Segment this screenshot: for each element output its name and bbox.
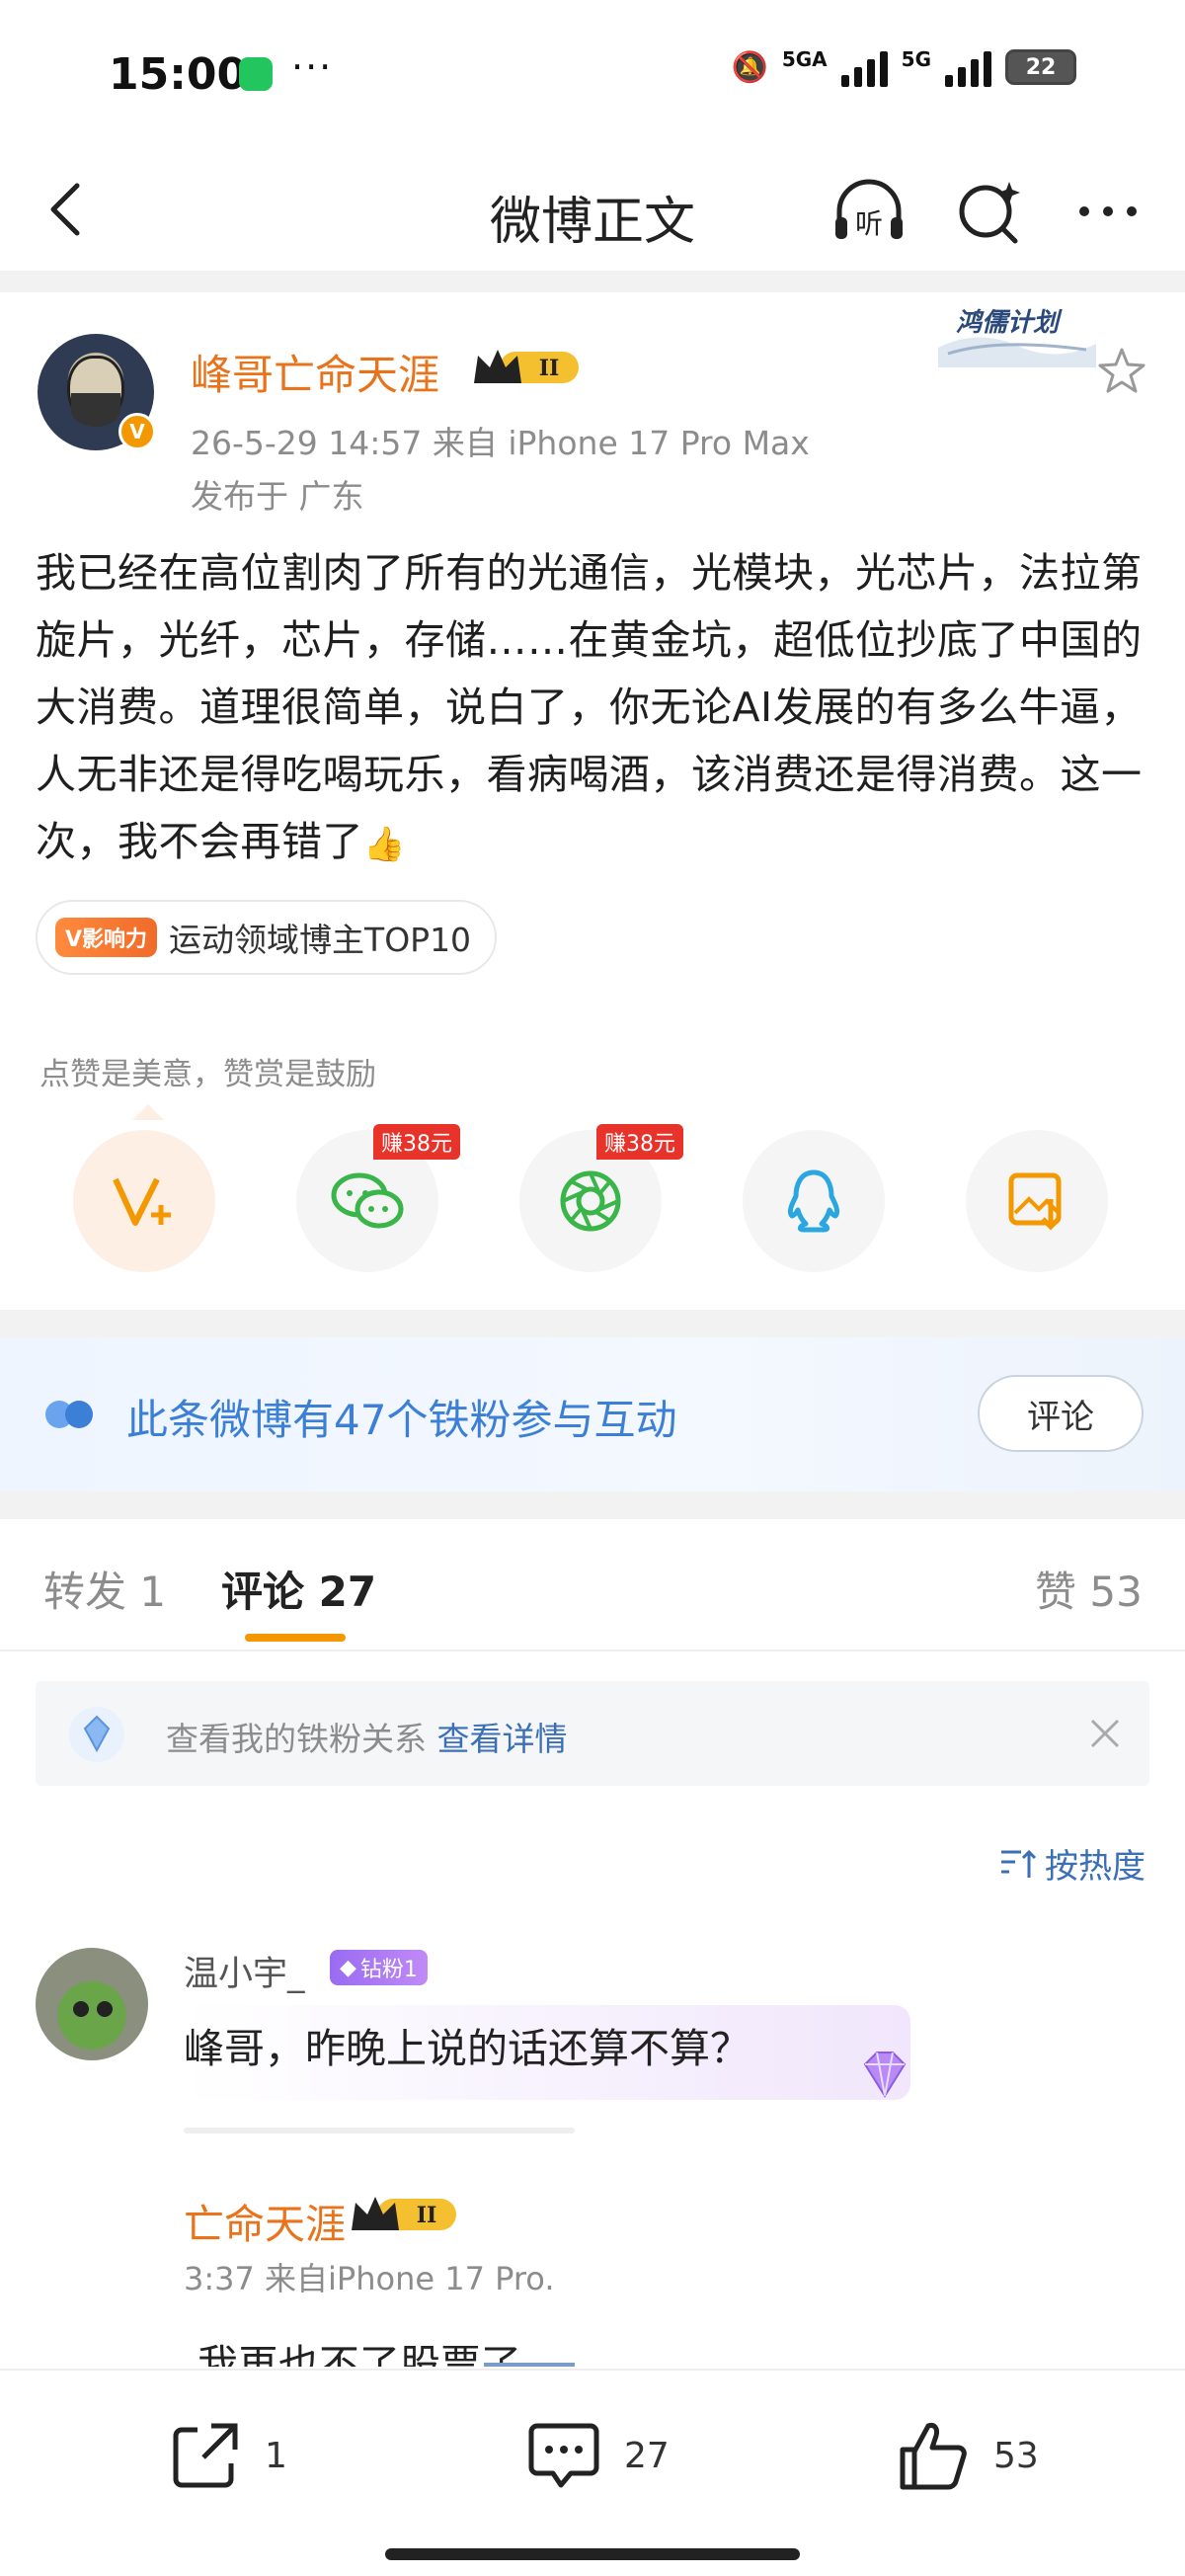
save-image-icon [1008, 1172, 1062, 1231]
verified-badge-icon: V [118, 413, 156, 450]
influence-badge[interactable]: V影响力 运动领域博主TOP10 [36, 900, 498, 975]
comment-icon [528, 2423, 599, 2488]
reward-pointer [132, 1104, 164, 1120]
tip-label: 查看我的铁粉关系 [166, 1720, 437, 1758]
iron-fan-banner: 此条微博有47个铁粉参与互动 评论 [0, 1337, 1185, 1491]
iron-fan-text: 此条微博有47个铁粉参与互动 [126, 1396, 677, 1444]
tab-repost[interactable]: 转发 1 [43, 1559, 166, 1619]
badge-label: 钻粉1 [359, 1958, 418, 1982]
reply-username[interactable]: 亡命天涯 [184, 2191, 346, 2250]
signal-icon [840, 47, 888, 87]
mute-icon: 🔕 [731, 49, 768, 85]
battery-icon: 22 [1005, 49, 1076, 85]
earn-badge: 赚38元 [596, 1124, 683, 1160]
vplus-reward-button[interactable] [73, 1130, 215, 1272]
share-row: 赚38元 赚38元 [0, 1124, 1185, 1278]
diamond-icon [69, 1707, 124, 1762]
hongru-plan-tag: 鸿儒计划 [938, 298, 1096, 367]
diamond-fan-badge: ◆ 钻粉1 [330, 1950, 428, 1985]
comment-bar-button[interactable]: 27 [525, 2418, 670, 2493]
post-location: 发布于 广东 [191, 477, 364, 516]
active-tab-indicator [245, 1634, 346, 1642]
reply-text[interactable]: 我再也不了股票了 [198, 2331, 521, 2367]
badge-diamond-icon: ◆ [340, 1955, 356, 1980]
like-button[interactable]: 53 [895, 2418, 1039, 2493]
comment-text[interactable]: 峰哥，昨晚上说的话还算不算？ [184, 2015, 750, 2074]
qq-icon [787, 1169, 840, 1233]
more-notifications-indicator: ··· [291, 45, 334, 89]
tab-like[interactable]: 赞 53 [1035, 1559, 1143, 1619]
avatar-eye [73, 2001, 89, 2017]
view-details-link[interactable]: 查看详情 [437, 1720, 568, 1758]
tab-comment[interactable]: 评论 27 [221, 1559, 376, 1619]
post-meta: 26-5-29 14:57 来自 iPhone 17 Pro Max [191, 424, 810, 462]
comment-button[interactable]: 评论 [978, 1375, 1144, 1452]
member-crown-icon: II [352, 2197, 456, 2230]
tip-text: 查看我的铁粉关系 查看详情 [166, 1713, 568, 1760]
moments-share-button[interactable]: 赚38元 [519, 1124, 683, 1272]
fan-interaction-icon [45, 1401, 93, 1428]
influence-tag: V影响力 [55, 918, 158, 957]
sort-label: 按热度 [1045, 1847, 1146, 1887]
commenter-username[interactable]: 温小宇_ [184, 1946, 305, 1996]
crown-level: II [539, 356, 560, 381]
sort-icon [1001, 1849, 1037, 1878]
author-username[interactable]: 峰哥亡命天涯 [191, 342, 439, 402]
reply-meta: 3:37 来自iPhone 17 Pro. [184, 2260, 555, 2297]
svg-text:听: 听 [855, 207, 883, 240]
vplus-icon [113, 1177, 171, 1226]
post-body: 我已经在高位割肉了所有的光通信，光模块，光芯片，法拉第旋片，光纤，芯片，存储……… [36, 549, 1143, 865]
influence-text: 运动领域博主TOP10 [169, 921, 472, 959]
status-right: 🔕 5GA 5G 22 [731, 47, 1076, 87]
comment-separator [184, 2128, 575, 2133]
sort-by-hot-button[interactable]: 按热度 [999, 1839, 1146, 1888]
interaction-tabs: 转发 1 评论 27 赞 53 [0, 1519, 1185, 1651]
avatar-beard [71, 393, 120, 427]
avatar-eye [97, 2001, 113, 2017]
hongru-label: 鸿儒计划 [956, 308, 1060, 338]
save-image-button[interactable] [966, 1130, 1108, 1272]
nav-bar: 微博正文 听 [0, 148, 1185, 271]
thumbs-up-emoji: 👍 [363, 825, 406, 864]
network-label-2: 5G [901, 47, 931, 71]
favorite-star-icon[interactable] [1096, 346, 1147, 397]
wechat-icon [331, 1172, 404, 1229]
bottom-action-bar: 1 27 53 [0, 2369, 1185, 2576]
crown-level: II [417, 2203, 437, 2228]
home-indicator[interactable] [385, 2548, 800, 2560]
more-icon[interactable] [1068, 172, 1147, 251]
signal-icon-2 [945, 47, 991, 87]
repost-icon [173, 2423, 238, 2488]
qq-share-button[interactable] [743, 1130, 885, 1272]
network-label-1: 5GA [781, 47, 828, 71]
like-count: 53 [993, 2435, 1039, 2476]
divider [0, 1310, 1185, 1337]
commenter-avatar[interactable] [36, 1948, 148, 2060]
post-text: 我已经在高位割肉了所有的光通信，光模块，光芯片，法拉第旋片，光纤，芯片，存储……… [36, 539, 1151, 878]
divider [0, 1491, 1185, 1519]
wechat-share-button[interactable]: 赚38元 [296, 1124, 460, 1272]
close-icon[interactable] [1082, 1711, 1128, 1756]
listen-icon[interactable]: 听 [830, 172, 908, 251]
iron-fan-relation-tip: 查看我的铁粉关系 查看详情 [36, 1681, 1149, 1786]
like-icon [900, 2423, 967, 2490]
repost-count: 1 [265, 2435, 287, 2476]
divider [0, 271, 1185, 292]
status-bar: 15:00 ··· 🔕 5GA 5G 22 [0, 0, 1185, 148]
reward-hint: 点赞是美意，赞赏是鼓励 [40, 1057, 376, 1092]
member-crown-icon: II [474, 350, 579, 383]
reply-link-underline [484, 2363, 575, 2367]
search-icon[interactable] [950, 172, 1029, 251]
repost-button[interactable]: 1 [168, 2418, 287, 2493]
gem-decoration-icon [863, 2052, 907, 2098]
message-notification-icon [239, 57, 273, 91]
status-time: 15:00 [109, 49, 248, 100]
earn-badge: 赚38元 [373, 1124, 460, 1160]
comment-count: 27 [624, 2435, 670, 2476]
moments-icon [560, 1170, 621, 1232]
